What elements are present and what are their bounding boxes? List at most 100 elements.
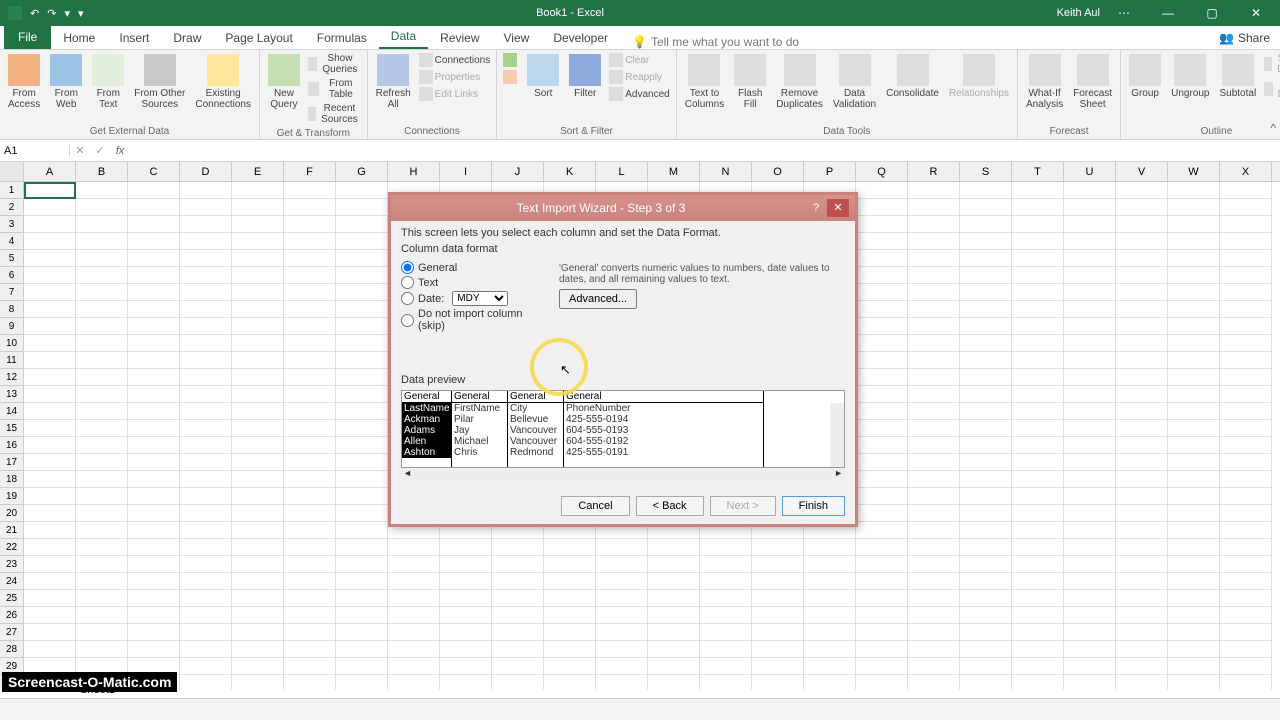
cell[interactable] bbox=[284, 386, 336, 403]
cell[interactable] bbox=[284, 301, 336, 318]
row-header[interactable]: 22 bbox=[0, 539, 24, 556]
advanced-button[interactable]: Advanced... bbox=[559, 289, 637, 309]
subtotal-button[interactable]: Subtotal bbox=[1215, 52, 1260, 101]
cell[interactable] bbox=[388, 590, 440, 607]
cell[interactable] bbox=[596, 675, 648, 690]
cell[interactable] bbox=[1116, 607, 1168, 624]
cell[interactable] bbox=[388, 658, 440, 675]
from-text-button[interactable]: From Text bbox=[88, 52, 128, 112]
cell[interactable] bbox=[336, 403, 388, 420]
cell[interactable] bbox=[908, 233, 960, 250]
cell[interactable] bbox=[336, 641, 388, 658]
cell[interactable] bbox=[700, 590, 752, 607]
cell[interactable] bbox=[1012, 488, 1064, 505]
cell[interactable] bbox=[128, 301, 180, 318]
cell[interactable] bbox=[24, 420, 76, 437]
radio-general[interactable]: General bbox=[401, 261, 551, 274]
cell[interactable] bbox=[960, 471, 1012, 488]
cell[interactable] bbox=[856, 182, 908, 199]
cell[interactable] bbox=[232, 437, 284, 454]
cell[interactable] bbox=[908, 386, 960, 403]
cell[interactable] bbox=[24, 284, 76, 301]
cell[interactable] bbox=[1168, 556, 1220, 573]
cell[interactable] bbox=[1012, 352, 1064, 369]
cell[interactable] bbox=[1012, 454, 1064, 471]
cell[interactable] bbox=[544, 624, 596, 641]
cell[interactable] bbox=[856, 454, 908, 471]
show-queries-button[interactable]: Show Queries bbox=[306, 52, 363, 76]
cell[interactable] bbox=[648, 556, 700, 573]
column-header[interactable]: X bbox=[1220, 162, 1272, 181]
cell[interactable] bbox=[1012, 607, 1064, 624]
cell[interactable] bbox=[76, 471, 128, 488]
cell[interactable] bbox=[232, 403, 284, 420]
cell[interactable] bbox=[1064, 488, 1116, 505]
cell[interactable] bbox=[960, 182, 1012, 199]
cell[interactable] bbox=[76, 250, 128, 267]
cell[interactable] bbox=[596, 573, 648, 590]
cell[interactable] bbox=[24, 216, 76, 233]
cell[interactable] bbox=[1064, 505, 1116, 522]
cell[interactable] bbox=[1168, 658, 1220, 675]
cell[interactable] bbox=[76, 437, 128, 454]
date-format-select[interactable]: MDY bbox=[452, 291, 508, 306]
cell[interactable] bbox=[1064, 318, 1116, 335]
show-detail-button[interactable]: Show Detail bbox=[1262, 52, 1280, 76]
cell[interactable] bbox=[388, 607, 440, 624]
cell[interactable] bbox=[1116, 403, 1168, 420]
cell[interactable] bbox=[336, 352, 388, 369]
dialog-help-icon[interactable]: ? bbox=[805, 199, 827, 217]
cell[interactable] bbox=[336, 675, 388, 690]
ungroup-button[interactable]: Ungroup bbox=[1167, 52, 1213, 101]
cell[interactable] bbox=[128, 216, 180, 233]
cell[interactable] bbox=[284, 284, 336, 301]
cell[interactable] bbox=[284, 539, 336, 556]
cell[interactable] bbox=[1064, 199, 1116, 216]
cell[interactable] bbox=[24, 301, 76, 318]
tab-view[interactable]: View bbox=[492, 27, 542, 49]
cell[interactable] bbox=[24, 199, 76, 216]
cell[interactable] bbox=[908, 403, 960, 420]
recent-sources-button[interactable]: Recent Sources bbox=[306, 102, 363, 126]
cell[interactable] bbox=[24, 488, 76, 505]
cell[interactable] bbox=[336, 454, 388, 471]
refresh-all-button[interactable]: Refresh All bbox=[372, 52, 415, 112]
cell[interactable] bbox=[1220, 335, 1272, 352]
cell[interactable] bbox=[856, 607, 908, 624]
cell[interactable] bbox=[1012, 505, 1064, 522]
cell[interactable] bbox=[856, 437, 908, 454]
cell[interactable] bbox=[1168, 420, 1220, 437]
cell[interactable] bbox=[908, 318, 960, 335]
cell[interactable] bbox=[76, 335, 128, 352]
cell[interactable] bbox=[128, 624, 180, 641]
cell[interactable] bbox=[648, 658, 700, 675]
cell[interactable] bbox=[1168, 437, 1220, 454]
cell[interactable] bbox=[1064, 675, 1116, 690]
row-header[interactable]: 5 bbox=[0, 250, 24, 267]
cell[interactable] bbox=[856, 675, 908, 690]
cell[interactable] bbox=[960, 216, 1012, 233]
cell[interactable] bbox=[908, 301, 960, 318]
cell[interactable] bbox=[180, 386, 232, 403]
cell[interactable] bbox=[908, 437, 960, 454]
cell[interactable] bbox=[128, 403, 180, 420]
cell[interactable] bbox=[960, 658, 1012, 675]
cell[interactable] bbox=[232, 522, 284, 539]
row-header[interactable]: 16 bbox=[0, 437, 24, 454]
cell[interactable] bbox=[284, 641, 336, 658]
column-header[interactable]: L bbox=[596, 162, 648, 181]
cell[interactable] bbox=[76, 199, 128, 216]
cell[interactable] bbox=[1116, 488, 1168, 505]
cell[interactable] bbox=[232, 352, 284, 369]
cell[interactable] bbox=[856, 539, 908, 556]
row-header[interactable]: 4 bbox=[0, 233, 24, 250]
cell[interactable] bbox=[1220, 216, 1272, 233]
cell[interactable] bbox=[752, 590, 804, 607]
cell[interactable] bbox=[1220, 590, 1272, 607]
cell[interactable] bbox=[76, 233, 128, 250]
cell[interactable] bbox=[908, 522, 960, 539]
collapse-ribbon-icon[interactable]: ^ bbox=[1270, 121, 1276, 135]
cell[interactable] bbox=[180, 250, 232, 267]
cell[interactable] bbox=[960, 199, 1012, 216]
cell[interactable] bbox=[960, 624, 1012, 641]
